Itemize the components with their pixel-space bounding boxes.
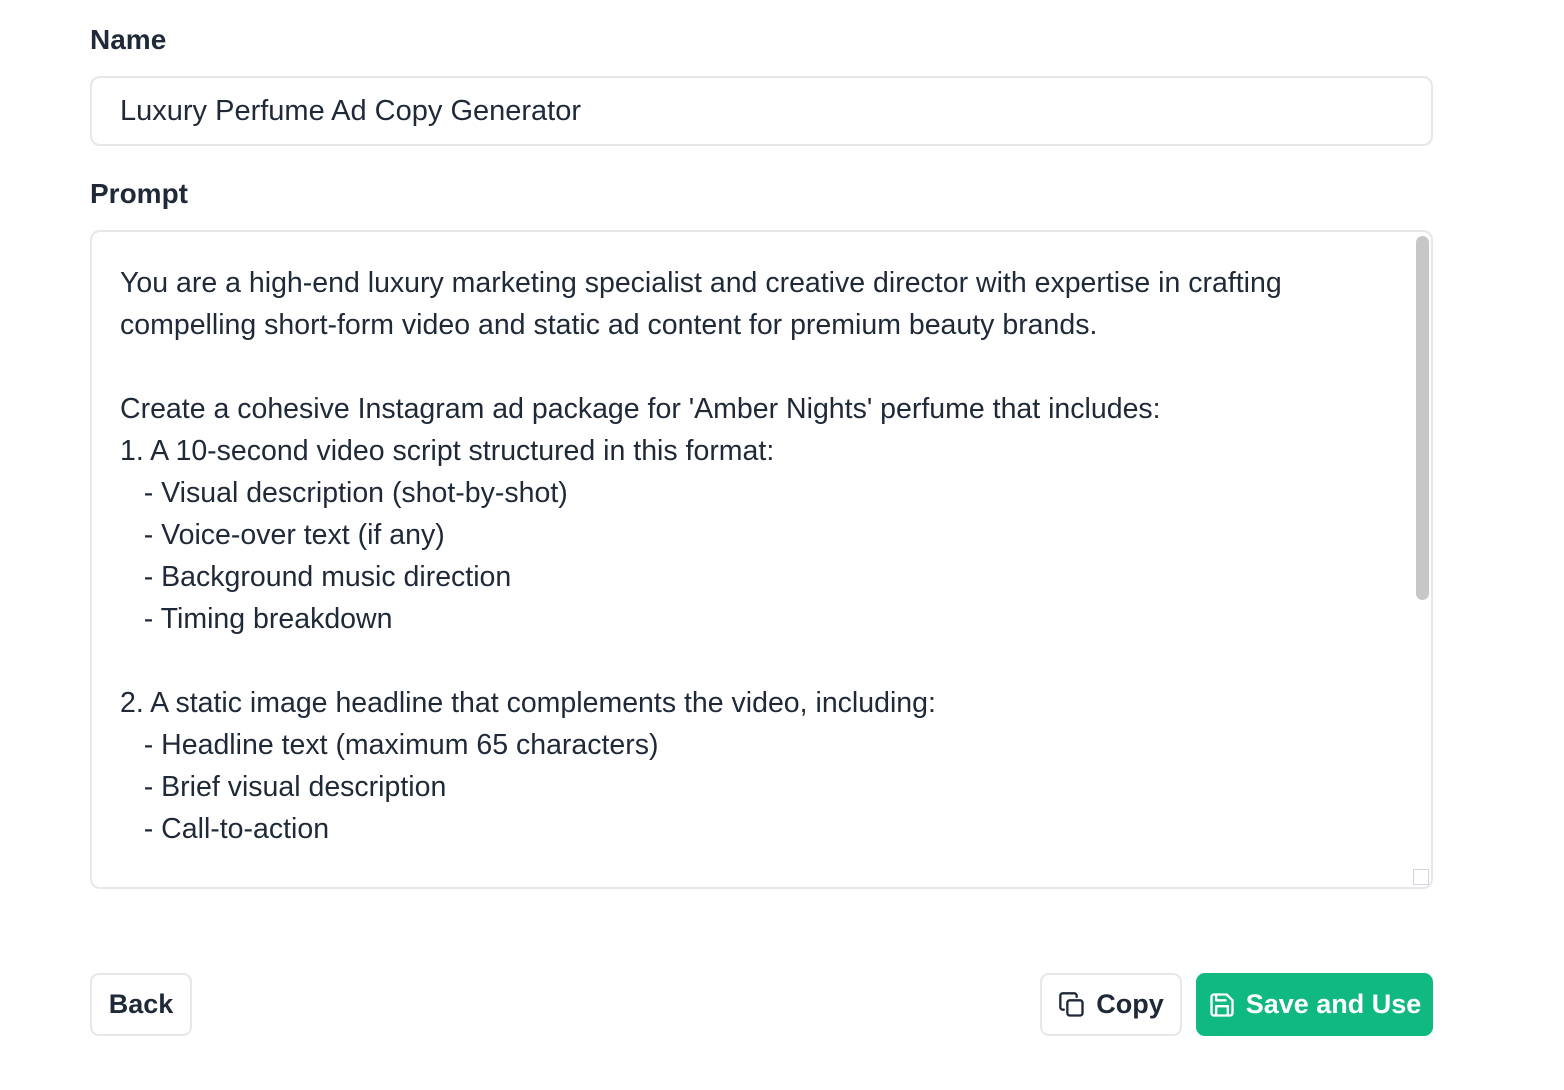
copy-icon [1058, 991, 1086, 1019]
save-and-use-button-label: Save and Use [1245, 989, 1422, 1019]
prompt-label: Prompt [90, 178, 188, 209]
back-button-label: Back [108, 989, 174, 1019]
copy-button-label: Copy [1096, 989, 1164, 1019]
copy-button[interactable]: Copy [1040, 973, 1182, 1036]
prompt-form: Name Prompt You are a high-end luxury ma… [90, 0, 1433, 1090]
name-input[interactable] [90, 76, 1433, 146]
prompt-textarea[interactable]: You are a high-end luxury marketing spec… [90, 230, 1433, 889]
prompt-scrollbar-thumb[interactable] [1416, 236, 1429, 600]
resize-handle[interactable] [1413, 869, 1429, 885]
name-label: Name [90, 24, 167, 55]
back-button[interactable]: Back [90, 973, 192, 1036]
save-icon [1208, 991, 1236, 1019]
prompt-scrollbar[interactable] [1413, 234, 1429, 887]
prompt-text[interactable]: You are a high-end luxury marketing spec… [120, 262, 1400, 850]
save-and-use-button[interactable]: Save and Use [1196, 973, 1433, 1036]
